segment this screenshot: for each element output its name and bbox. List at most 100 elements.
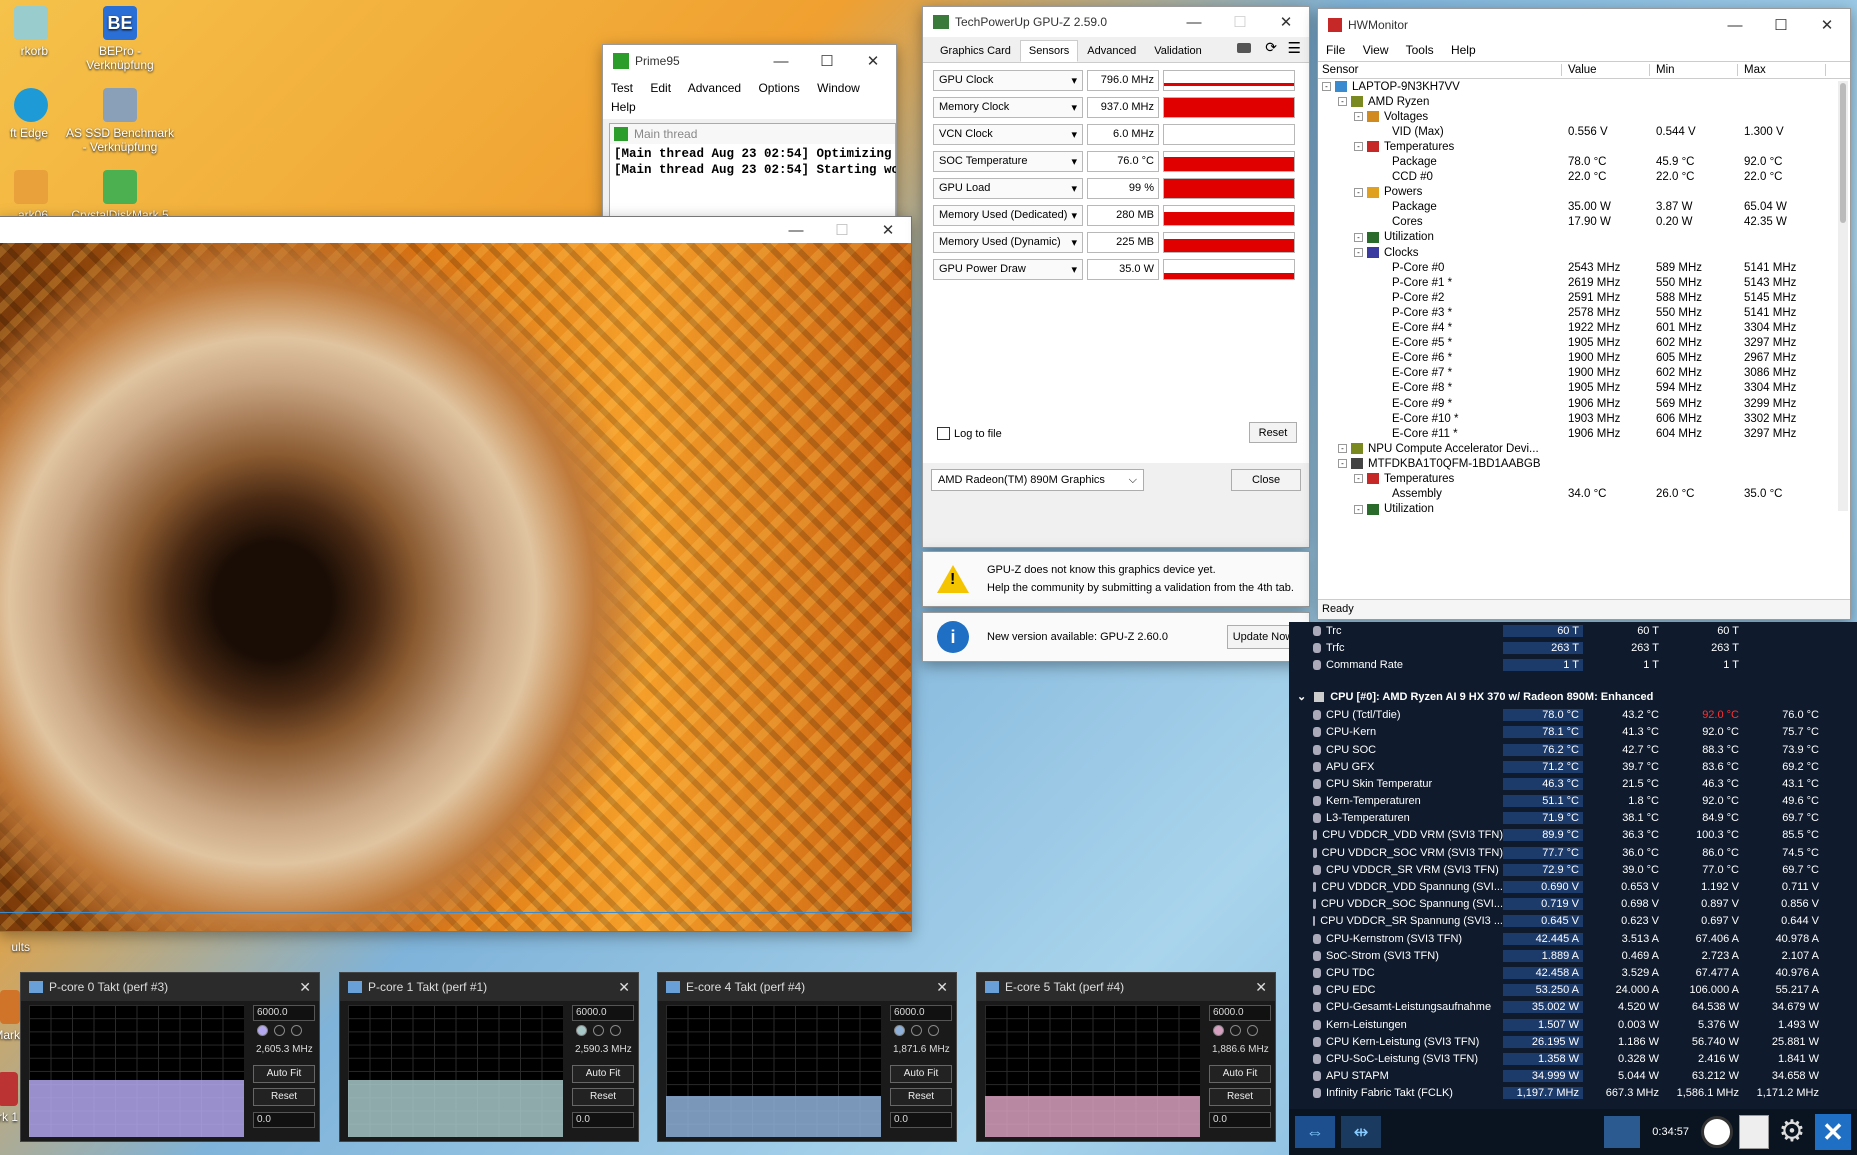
sensor-tree-row[interactable]: E-Core #6 * 1900 MHz 605 MHz 2967 MHz	[1322, 351, 1850, 366]
maximize-button[interactable]: ☐	[804, 45, 850, 77]
expand-toggle-icon[interactable]: -	[1338, 459, 1347, 469]
sensor-name-select[interactable]: SOC Temperature ▾	[933, 151, 1083, 172]
report-icon[interactable]	[1739, 1115, 1769, 1149]
graph-min-field[interactable]: 0.0	[890, 1112, 952, 1128]
scrollbar-thumb[interactable]	[1840, 83, 1846, 223]
sensor-name-select[interactable]: Memory Used (Dedicated) ▾	[933, 205, 1083, 226]
series-toggle[interactable]	[1213, 1025, 1224, 1036]
reset-button[interactable]: Reset	[1249, 422, 1297, 443]
graph-max-field[interactable]: 6000.0	[890, 1005, 952, 1021]
sensor-tree-row[interactable]: - MTFDKBA1T0QFM-1BD1AABGB	[1322, 456, 1850, 471]
collapse-icon[interactable]: ⌄	[1297, 690, 1306, 703]
sensor-tree-row[interactable]: Assembly 34.0 °C 26.0 °C 35.0 °C	[1322, 487, 1850, 502]
close-button[interactable]: Close	[1231, 469, 1301, 491]
sensor-row[interactable]: CPU (Tctl/Tdie) 78.0 °C 43.2 °C 92.0 °C 76.0…	[1313, 707, 1857, 724]
perf-widget-titlebar[interactable]: P-core 1 Takt (perf #1) ✕	[340, 973, 638, 1001]
clock-icon[interactable]	[1701, 1116, 1733, 1148]
close-icon[interactable]: ✕	[618, 979, 630, 996]
sensor-tree-row[interactable]: E-Core #10 * 1903 MHz 606 MHz 3302 MHz	[1322, 411, 1850, 426]
perf-widget-titlebar[interactable]: E-core 5 Takt (perf #4) ✕	[977, 973, 1275, 1001]
desktop-icon-as-ssd[interactable]: AS SSD Benchmark - Verknüpfung	[65, 88, 175, 154]
sensor-tree-row[interactable]: Package 35.00 W 3.87 W 65.04 W	[1322, 200, 1850, 215]
perf-widget-titlebar[interactable]: E-core 4 Takt (perf #4) ✕	[658, 973, 956, 1001]
sensor-row[interactable]: CPU Kern-Leistung (SVI3 TFN) 26.195 W 1.18…	[1313, 1033, 1857, 1050]
sensor-tree-row[interactable]: VID (Max) 0.556 V 0.544 V 1.300 V	[1322, 124, 1850, 139]
sensor-row[interactable]: CPU VDDCR_SOC Spannung (SVI... 0.719 V 0.6…	[1313, 896, 1857, 913]
reset-button[interactable]: Reset	[1209, 1088, 1271, 1106]
sensor-row[interactable]: Command Rate 1 T 1 T 1 T	[1313, 656, 1857, 673]
sensor-tree-row[interactable]: - LAPTOP-9N3KH7VV	[1322, 79, 1850, 94]
graph-min-field[interactable]: 0.0	[1209, 1112, 1271, 1128]
desktop-icon-3dmark[interactable]: ark06	[0, 170, 48, 222]
sensor-tree-row[interactable]: P-Core #0 2543 MHz 589 MHz 5141 MHz	[1322, 260, 1850, 275]
hwinfo-section-header[interactable]: ⌄ CPU [#0]: AMD Ryzen AI 9 HX 370 w/ Rad…	[1289, 687, 1857, 707]
expand-toggle-icon[interactable]: -	[1354, 504, 1363, 514]
sensor-tree-row[interactable]: E-Core #11 * 1906 MHz 604 MHz 3297 MHz	[1322, 426, 1850, 441]
expand-toggle-icon[interactable]: -	[1354, 187, 1363, 197]
sensor-row[interactable]: CPU-Gesamt-Leistungsaufnahme 35.002 W 4.52…	[1313, 999, 1857, 1016]
sensor-row[interactable]: CPU TDC 42.458 A 3.529 A 67.477 A 40.976 A	[1313, 964, 1857, 981]
perf-widget-titlebar[interactable]: P-core 0 Takt (perf #3) ✕	[21, 973, 319, 1001]
desktop-icon-results[interactable]: ults	[0, 940, 30, 954]
desktop-icon-papierkorb[interactable]: rkorb	[0, 6, 48, 58]
sensor-tree-row[interactable]: - Clocks	[1322, 245, 1850, 260]
expand-toggle-icon[interactable]: -	[1322, 82, 1331, 92]
close-icon[interactable]: ✕	[1255, 979, 1267, 996]
desktop-icon-bepro[interactable]: BE BEPro - Verknüpfung	[65, 6, 175, 72]
series-toggle[interactable]	[1230, 1025, 1241, 1036]
sensor-tree-row[interactable]: E-Core #9 * 1906 MHz 569 MHz 3299 MHz	[1322, 396, 1850, 411]
sensor-row[interactable]: CPU-SoC-Leistung (SVI3 TFN) 1.358 W 0.328 …	[1313, 1050, 1857, 1067]
sensor-tree-row[interactable]: E-Core #7 * 1900 MHz 602 MHz 3086 MHz	[1322, 366, 1850, 381]
network-icon[interactable]	[1604, 1116, 1641, 1148]
series-toggle[interactable]	[576, 1025, 587, 1036]
menu-options[interactable]: Options	[758, 81, 799, 95]
graph-max-field[interactable]: 6000.0	[572, 1005, 634, 1021]
graph-max-field[interactable]: 6000.0	[253, 1005, 315, 1021]
series-toggle[interactable]	[257, 1025, 268, 1036]
auto-fit-button[interactable]: Auto Fit	[1209, 1065, 1271, 1083]
expand-toggle-icon[interactable]: -	[1354, 112, 1363, 122]
render-titlebar[interactable]: — ☐ ✕	[0, 217, 911, 243]
hwmonitor-scrollbar[interactable]	[1838, 81, 1848, 511]
sensor-row[interactable]: CPU VDDCR_VDD VRM (SVI3 TFN) 89.9 °C 36.3 …	[1313, 827, 1857, 844]
menu-view[interactable]: View	[1363, 43, 1389, 57]
sensor-name-select[interactable]: VCN Clock ▾	[933, 124, 1083, 145]
sensor-tree-row[interactable]: P-Core #2 2591 MHz 588 MHz 5145 MHz	[1322, 290, 1850, 305]
sensor-tree-row[interactable]: P-Core #3 * 2578 MHz 550 MHz 5141 MHz	[1322, 305, 1850, 320]
col-min[interactable]: Min	[1650, 64, 1738, 76]
camera-icon[interactable]	[1237, 43, 1251, 53]
sensor-row[interactable]: CPU VDDCR_SR VRM (SVI3 TFN) 72.9 °C 39.0 °…	[1313, 861, 1857, 878]
sensor-tree-row[interactable]: E-Core #4 * 1922 MHz 601 MHz 3304 MHz	[1322, 321, 1850, 336]
expand-toggle-icon[interactable]: -	[1338, 97, 1347, 107]
sensor-row[interactable]: APU STAPM 34.999 W 5.044 W 63.212 W 34.658 W	[1313, 1068, 1857, 1085]
sensor-tree-row[interactable]: CCD #0 22.0 °C 22.0 °C 22.0 °C	[1322, 170, 1850, 185]
sensor-tree-row[interactable]: - Voltages	[1322, 109, 1850, 124]
sensor-tree-row[interactable]: E-Core #5 * 1905 MHz 602 MHz 3297 MHz	[1322, 336, 1850, 351]
sensor-name-select[interactable]: GPU Power Draw ▾	[933, 259, 1083, 280]
reset-button[interactable]: Reset	[890, 1088, 952, 1106]
series-toggle[interactable]	[911, 1025, 922, 1036]
tab-advanced[interactable]: Advanced	[1078, 40, 1145, 62]
sensor-tree-row[interactable]: - AMD Ryzen	[1322, 94, 1850, 109]
series-toggle[interactable]	[593, 1025, 604, 1036]
menu-tools[interactable]: Tools	[1406, 43, 1434, 57]
sensor-tree-row[interactable]: E-Core #8 * 1905 MHz 594 MHz 3304 MHz	[1322, 381, 1850, 396]
graph-min-field[interactable]: 0.0	[572, 1112, 634, 1128]
nav-arrows-button[interactable]: ⇔	[1295, 1116, 1335, 1148]
sensor-row[interactable]: CPU EDC 53.250 A 24.000 A 106.000 A 55.217 A	[1313, 982, 1857, 999]
menu-icon[interactable]: ☰	[1288, 39, 1301, 57]
close-button[interactable]: ✕	[850, 45, 896, 77]
expand-toggle-icon[interactable]: -	[1354, 142, 1363, 152]
sensor-row[interactable]: CPU-Kern 78.1 °C 41.3 °C 92.0 °C 75.7 °C	[1313, 724, 1857, 741]
menu-window[interactable]: Window	[817, 81, 860, 95]
hwmonitor-titlebar[interactable]: HWMonitor — ☐ ✕	[1318, 9, 1850, 41]
auto-fit-button[interactable]: Auto Fit	[253, 1065, 315, 1083]
sensor-row[interactable]: ›Kern-Leistungen1.507 W0.003 W5.376 W1.4…	[1313, 1016, 1857, 1033]
col-sensor[interactable]: Sensor	[1322, 64, 1562, 76]
series-toggle[interactable]	[274, 1025, 285, 1036]
minimize-button[interactable]: —	[773, 217, 819, 243]
sensor-tree-row[interactable]: - Powers	[1322, 185, 1850, 200]
series-toggle[interactable]	[928, 1025, 939, 1036]
series-toggle[interactable]	[1247, 1025, 1258, 1036]
sensor-tree-row[interactable]: - Temperatures	[1322, 139, 1850, 154]
